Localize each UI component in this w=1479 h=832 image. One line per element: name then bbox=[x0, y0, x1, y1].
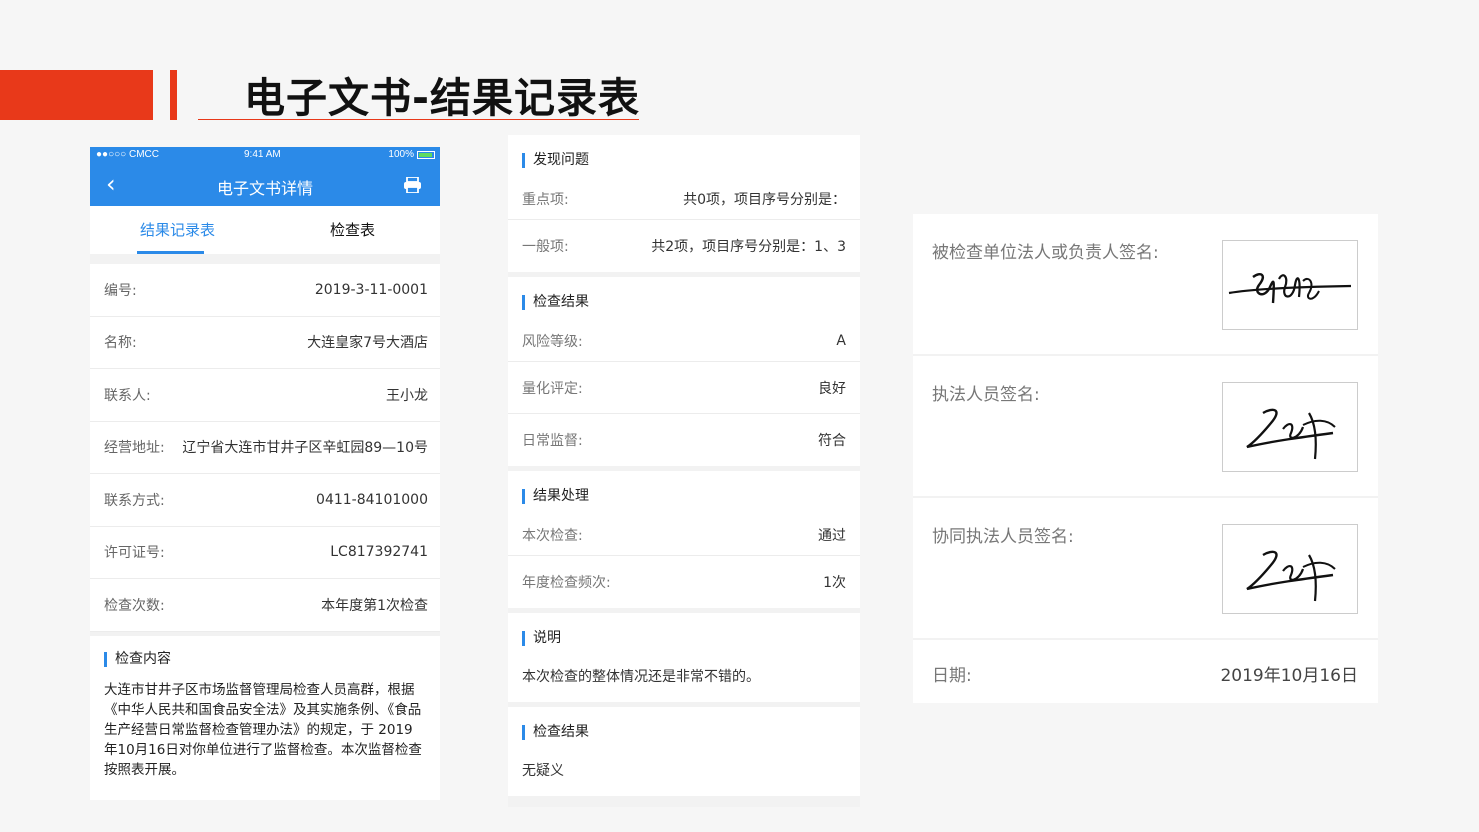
signature-image bbox=[1222, 382, 1358, 472]
detail-label: 一般项: bbox=[522, 239, 569, 255]
date-row: 日期: 2019年10月16日 bbox=[913, 640, 1378, 703]
field-label: 联系人: bbox=[104, 387, 151, 404]
field-value: LC817392741 bbox=[330, 544, 428, 561]
signature-row-officer: 执法人员签名: bbox=[913, 356, 1378, 496]
final-result-text: 无疑义 bbox=[522, 763, 564, 779]
printer-icon[interactable] bbox=[403, 177, 422, 193]
phone-screen: ●●○○○ CMCC 9:41 AM 100% ‹ 电子文书详情 结果记录表 检… bbox=[90, 147, 440, 800]
result-details-panel: 发现问题 重点项: 共0项，项目序号分别是： 一般项: 共2项，项目序号分别是：… bbox=[508, 135, 860, 807]
inspection-content-text: 大连市甘井子区市场监督管理局检查人员高群，根据《中华人民共和国食品安全法》及其实… bbox=[104, 681, 422, 778]
field-row-contact: 联系人: 王小龙 bbox=[90, 369, 440, 422]
field-label: 编号: bbox=[104, 282, 137, 299]
detail-label: 日常监督: bbox=[522, 433, 583, 449]
tab-bar: 结果记录表 检查表 bbox=[90, 206, 440, 254]
detail-value: 符合 bbox=[818, 433, 846, 449]
detail-label: 年度检查频次: bbox=[522, 575, 611, 591]
note-text: 本次检查的整体情况还是非常不错的。 bbox=[522, 669, 760, 685]
signature-image bbox=[1222, 524, 1358, 614]
nav-title: 电子文书详情 bbox=[216, 179, 313, 198]
field-label: 联系方式: bbox=[104, 492, 165, 509]
section-title: 检查内容 bbox=[104, 651, 426, 667]
field-label: 经营地址: bbox=[104, 440, 165, 457]
field-value: 大连皇家7号大酒店 bbox=[307, 335, 428, 352]
signature-label: 执法人员签名: bbox=[932, 385, 1040, 405]
field-value: 2019-3-11-0001 bbox=[314, 281, 428, 298]
field-row-license: 许可证号: LC817392741 bbox=[90, 526, 440, 579]
title-underline bbox=[198, 119, 639, 120]
tab-result-record[interactable]: 结果记录表 bbox=[90, 206, 265, 254]
section-title: 检查结果 bbox=[522, 725, 860, 740]
field-row-name: 名称: 大连皇家7号大酒店 bbox=[90, 316, 440, 369]
status-time: 9:41 AM bbox=[244, 149, 281, 160]
field-value: 0411-84101000 bbox=[316, 491, 428, 508]
detail-value: 共0项，项目序号分别是： bbox=[683, 191, 846, 208]
info-list: 编号: 2019-3-11-0001 名称: 大连皇家7号大酒店 联系人: 王小… bbox=[90, 264, 440, 632]
nav-bar: ‹ 电子文书详情 bbox=[90, 163, 440, 206]
battery-icon bbox=[417, 151, 435, 159]
detail-row: 年度检查频次: 1次 bbox=[508, 556, 860, 608]
field-row-phone: 联系方式: 0411-84101000 bbox=[90, 474, 440, 527]
field-row-inspection-count: 检查次数: 本年度第1次检查 bbox=[90, 579, 440, 632]
accent-bar bbox=[0, 70, 153, 120]
signature-row-legal-rep: 被检查单位法人或负责人签名: bbox=[913, 214, 1378, 354]
detail-label: 重点项: bbox=[522, 191, 569, 208]
note-card: 说明 本次检查的整体情况还是非常不错的。 bbox=[508, 613, 860, 702]
date-label: 日期: bbox=[932, 666, 972, 686]
date-value: 2019年10月16日 bbox=[1220, 666, 1358, 686]
section-title: 结果处理 bbox=[522, 489, 860, 504]
slide-title: 电子文书-结果记录表 bbox=[244, 74, 641, 122]
accent-bar-thin bbox=[170, 70, 177, 120]
detail-row: 日常监督: 符合 bbox=[508, 414, 860, 466]
signature-label: 被检查单位法人或负责人签名: bbox=[932, 243, 1159, 263]
detail-row: 重点项: 共0项，项目序号分别是： bbox=[508, 178, 860, 220]
detail-label: 本次检查: bbox=[522, 527, 583, 544]
detail-value: A bbox=[836, 332, 846, 349]
section-title: 检查结果 bbox=[522, 295, 860, 310]
detail-row: 风险等级: A bbox=[508, 320, 860, 362]
carrier-label: ●●○○○ CMCC bbox=[96, 149, 159, 160]
signature-label: 协同执法人员签名: bbox=[932, 527, 1074, 547]
field-value: 本年度第1次检查 bbox=[321, 597, 428, 614]
inspection-content-card: 检查内容 大连市甘井子区市场监督管理局检查人员高群，根据《中华人民共和国食品安全… bbox=[90, 635, 440, 800]
section-title: 发现问题 bbox=[522, 153, 860, 168]
detail-label: 量化评定: bbox=[522, 380, 583, 397]
detail-row: 量化评定: 良好 bbox=[508, 362, 860, 414]
field-value: 王小龙 bbox=[386, 387, 428, 404]
field-label: 许可证号: bbox=[104, 545, 165, 562]
detail-label: 风险等级: bbox=[522, 333, 583, 350]
status-bar: ●●○○○ CMCC 9:41 AM 100% bbox=[90, 147, 440, 163]
battery-percent: 100% bbox=[388, 149, 414, 160]
tab-checklist[interactable]: 检查表 bbox=[265, 206, 440, 254]
detail-value: 1次 bbox=[823, 575, 846, 591]
result-card: 检查结果 风险等级: A 量化评定: 良好 日常监督: 符合 bbox=[508, 277, 860, 466]
detail-row: 本次检查: 通过 bbox=[508, 514, 860, 556]
section-title: 说明 bbox=[522, 631, 860, 646]
field-value: 辽宁省大连市甘井子区辛虹园89—10号 bbox=[182, 440, 428, 457]
field-label: 检查次数: bbox=[104, 597, 165, 614]
field-row-address: 经营地址: 辽宁省大连市甘井子区辛虹园89—10号 bbox=[90, 421, 440, 474]
field-label: 名称: bbox=[104, 335, 137, 352]
final-result-card: 检查结果 无疑义 bbox=[508, 707, 860, 796]
signature-image bbox=[1222, 240, 1358, 330]
detail-value: 通过 bbox=[818, 527, 846, 544]
problems-card: 发现问题 重点项: 共0项，项目序号分别是： 一般项: 共2项，项目序号分别是：… bbox=[508, 135, 860, 272]
handling-card: 结果处理 本次检查: 通过 年度检查频次: 1次 bbox=[508, 471, 860, 608]
signature-row-co-officer: 协同执法人员签名: bbox=[913, 498, 1378, 638]
detail-value: 良好 bbox=[818, 380, 846, 397]
detail-row: 一般项: 共2项，项目序号分别是：1、3 bbox=[508, 220, 860, 272]
field-row-number: 编号: 2019-3-11-0001 bbox=[90, 264, 440, 317]
detail-value: 共2项，项目序号分别是：1、3 bbox=[651, 239, 846, 255]
signature-panel: 被检查单位法人或负责人签名: 执法人员签名: 协同执法人员签名: 日期: 201… bbox=[913, 214, 1378, 703]
